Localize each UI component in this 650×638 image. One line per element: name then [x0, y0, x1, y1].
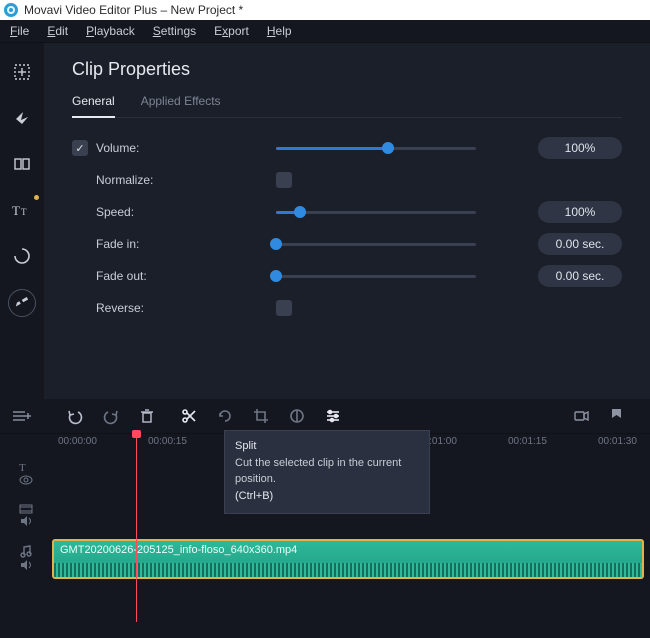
- fadeout-value[interactable]: 0.00 sec.: [538, 265, 622, 287]
- reverse-label: Reverse:: [96, 301, 276, 315]
- sidebar-filters-icon[interactable]: [9, 105, 35, 131]
- fadein-label: Fade in:: [96, 237, 276, 251]
- row-normalize: Normalize:: [72, 164, 622, 196]
- add-track-icon[interactable]: [0, 399, 44, 433]
- ruler-tick: 00:00:00: [58, 436, 97, 447]
- main-body: TT Clip Properties General Applied Effec…: [0, 43, 650, 399]
- fadein-slider[interactable]: [276, 237, 476, 251]
- svg-text:T: T: [21, 207, 27, 217]
- row-reverse: Reverse:: [72, 292, 622, 324]
- ruler-tick: 00:00:15: [148, 436, 187, 447]
- video-track-icon[interactable]: [19, 504, 33, 514]
- timeline-toolbar: [0, 399, 650, 434]
- menu-help[interactable]: Help: [267, 24, 292, 38]
- sidebar: TT: [0, 43, 44, 399]
- titles-track-icon[interactable]: T: [19, 461, 33, 473]
- sidebar-more-tools-icon[interactable]: [8, 289, 36, 317]
- menu-edit[interactable]: Edit: [47, 24, 68, 38]
- app-logo-icon: [4, 3, 18, 17]
- tab-applied-effects[interactable]: Applied Effects: [141, 94, 221, 117]
- normalize-label: Normalize:: [96, 173, 276, 187]
- titlebar: Movavi Video Editor Plus – New Project *: [0, 0, 650, 20]
- playhead[interactable]: [136, 434, 137, 622]
- audio-lane[interactable]: GMT20200626-205125_info-floso_640x360.mp…: [52, 539, 650, 575]
- speed-slider[interactable]: [276, 205, 476, 219]
- fadein-value[interactable]: 0.00 sec.: [538, 233, 622, 255]
- undo-icon[interactable]: [66, 407, 84, 425]
- speed-value[interactable]: 100%: [538, 201, 622, 223]
- volume-value[interactable]: 100%: [538, 137, 622, 159]
- redo-icon[interactable]: [102, 407, 120, 425]
- mute-icon[interactable]: [20, 560, 32, 570]
- window-title: Movavi Video Editor Plus – New Project *: [24, 3, 243, 17]
- normalize-checkbox[interactable]: [276, 172, 292, 188]
- clip-name: GMT20200626-205125_info-floso_640x360.mp…: [60, 544, 297, 556]
- menu-export[interactable]: Export: [214, 24, 249, 38]
- fadeout-slider[interactable]: [276, 269, 476, 283]
- menu-file[interactable]: File: [10, 24, 29, 38]
- clip-properties-icon[interactable]: [324, 407, 342, 425]
- row-fadeout: Fade out: 0.00 sec.: [72, 260, 622, 292]
- tooltip-title: Split: [235, 439, 419, 454]
- volume-checkbox[interactable]: [72, 140, 88, 156]
- tooltip-split: Split Cut the selected clip in the curre…: [224, 430, 430, 514]
- sidebar-stickers-icon[interactable]: [9, 243, 35, 269]
- sidebar-titles-icon[interactable]: TT: [9, 197, 35, 223]
- svg-text:T: T: [19, 462, 26, 473]
- row-fadein: Fade in: 0.00 sec.: [72, 228, 622, 260]
- ruler-tick: 00:01:30: [598, 436, 637, 447]
- crop-icon[interactable]: [252, 407, 270, 425]
- record-icon[interactable]: [572, 407, 590, 425]
- ruler-tick: 00:01:15: [508, 436, 547, 447]
- audio-track-icon[interactable]: [20, 544, 32, 558]
- volume-label: Volume:: [96, 141, 276, 155]
- marker-icon[interactable]: [608, 407, 626, 425]
- split-icon[interactable]: [180, 407, 198, 425]
- rotate-icon[interactable]: [216, 407, 234, 425]
- panel-title: Clip Properties: [72, 59, 622, 80]
- panel-tabs: General Applied Effects: [72, 94, 622, 118]
- waveform: [54, 563, 642, 577]
- fadeout-label: Fade out:: [96, 269, 276, 283]
- reverse-checkbox[interactable]: [276, 300, 292, 316]
- track-audio: GMT20200626-205125_info-floso_640x360.mp…: [0, 536, 650, 578]
- tooltip-shortcut: (Ctrl+B): [235, 489, 419, 504]
- menu-playback[interactable]: Playback: [86, 24, 135, 38]
- clip[interactable]: GMT20200626-205125_info-floso_640x360.mp…: [52, 539, 644, 579]
- svg-text:T: T: [12, 203, 20, 217]
- sidebar-transitions-icon[interactable]: [9, 151, 35, 177]
- visibility-icon[interactable]: [19, 475, 33, 485]
- notification-dot-icon: [34, 195, 39, 200]
- menu-settings[interactable]: Settings: [153, 24, 196, 38]
- color-adjust-icon[interactable]: [288, 407, 306, 425]
- properties-panel: Clip Properties General Applied Effects …: [44, 43, 650, 399]
- sidebar-import-icon[interactable]: [9, 59, 35, 85]
- delete-icon[interactable]: [138, 407, 156, 425]
- mute-icon[interactable]: [20, 516, 32, 526]
- tooltip-body: Cut the selected clip in the current pos…: [235, 456, 419, 487]
- speed-label: Speed:: [96, 205, 276, 219]
- volume-slider[interactable]: [276, 141, 476, 155]
- app-window: Movavi Video Editor Plus – New Project *…: [0, 0, 650, 638]
- row-speed: Speed: 100%: [72, 196, 622, 228]
- tab-general[interactable]: General: [72, 94, 115, 118]
- menubar: File Edit Playback Settings Export Help: [0, 20, 650, 43]
- row-volume: Volume: 100%: [72, 132, 622, 164]
